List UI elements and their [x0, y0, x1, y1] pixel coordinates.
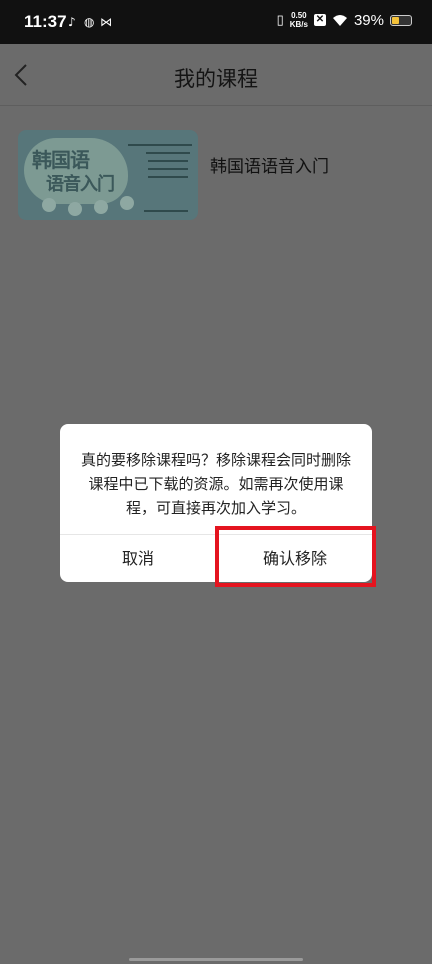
cover-line	[128, 144, 192, 146]
top-nav: 我的课程	[0, 44, 432, 106]
cover-bubble	[120, 196, 134, 210]
page-title: 我的课程	[174, 67, 258, 91]
cover-bubble	[94, 200, 108, 214]
home-indicator[interactable]	[129, 958, 303, 961]
speed-value: 0.50	[291, 11, 307, 20]
battery-fill	[392, 16, 400, 24]
course-cover: 韩国语 语音入门	[18, 130, 198, 220]
tiktok-icon: ♪	[68, 15, 76, 29]
course-name: 韩国语语音入门	[210, 157, 329, 177]
battery-icon	[390, 14, 412, 26]
status-bar: 11:37 ♪ ◍ ⋈ ▯ 0.50 KB/s ✕ 39%	[0, 0, 432, 44]
cover-line	[148, 168, 188, 170]
cover-publisher-line	[144, 210, 188, 212]
dialog-message: 真的要移除课程吗？移除课程会同时删除课程中已下载的资源。如需再次使用课程，可直接…	[80, 451, 351, 517]
cancel-button[interactable]: 取消	[60, 535, 216, 582]
butterfly-icon: ⋈	[100, 15, 112, 29]
course-item[interactable]: 韩国语 语音入门 韩国语语音入门	[18, 130, 418, 220]
cover-bubble	[68, 202, 82, 216]
vibrate-icon: ▯	[276, 12, 284, 27]
ring-icon: ◍	[84, 15, 95, 29]
cover-text-lines	[128, 144, 192, 184]
status-right: ▯ 0.50 KB/s ✕ 39%	[277, 11, 412, 29]
network-speed: 0.50 KB/s	[290, 11, 308, 29]
cover-line	[148, 160, 188, 162]
status-time: 11:37	[24, 12, 67, 31]
cover-title-line1: 韩国语	[32, 148, 90, 172]
battery-percent: 39%	[353, 11, 384, 29]
speed-unit: KB/s	[289, 20, 308, 29]
cover-bubble	[42, 198, 56, 212]
highlight-box	[215, 526, 376, 587]
sim-off-icon: ✕	[313, 14, 326, 26]
wifi-icon	[332, 14, 347, 26]
cover-title-line2: 语音入门	[46, 174, 115, 195]
cover-line	[148, 176, 188, 178]
cover-line	[146, 152, 190, 154]
